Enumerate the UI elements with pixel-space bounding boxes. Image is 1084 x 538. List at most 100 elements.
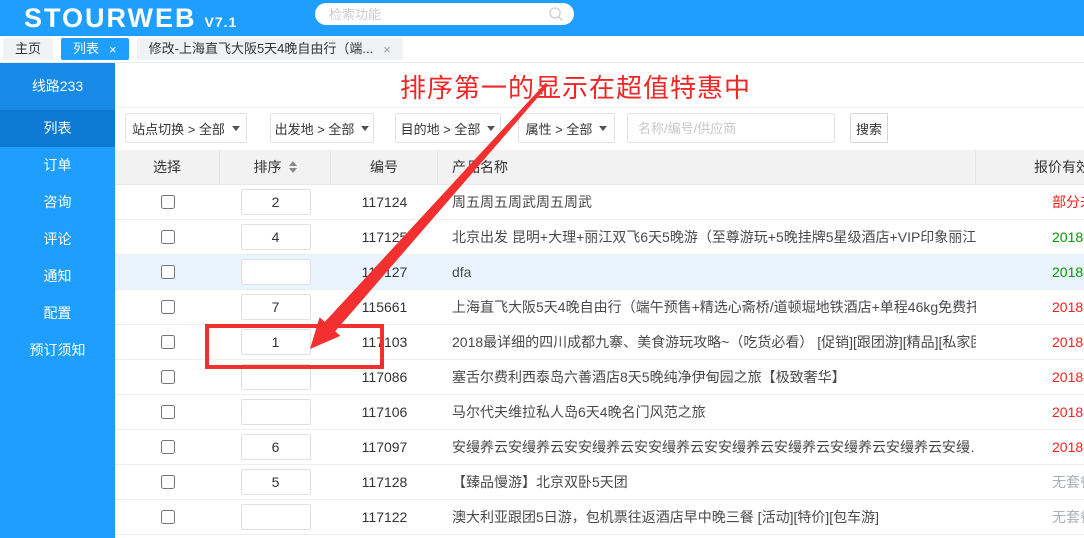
logo: STOURWEB V7.1 xyxy=(24,0,237,36)
app-header: STOURWEB V7.1 xyxy=(0,0,1084,36)
quote-validity: 2018- xyxy=(1052,404,1084,420)
global-search-input[interactable] xyxy=(329,7,548,22)
sidebar-item-notices[interactable]: 通知 xyxy=(0,258,115,295)
quote-validity: 无套餐 xyxy=(1052,507,1084,527)
product-name: 塞舌尔费利西泰岛六善酒店8天5晚纯净伊甸园之旅【极致奢华】 xyxy=(452,367,846,387)
product-code: 117086 xyxy=(331,360,438,394)
sort-icon[interactable] xyxy=(289,161,297,173)
annotation-text: 排序第一的显示在超值特惠中 xyxy=(400,68,751,105)
tab-list[interactable]: 列表 × xyxy=(61,38,129,60)
quote-validity: 2018- xyxy=(1052,334,1084,350)
sidebar-item-comments[interactable]: 评论 xyxy=(0,221,115,258)
quote-validity: 2018- xyxy=(1052,369,1084,385)
product-name: dfa xyxy=(452,264,471,280)
departure-filter-dropdown[interactable]: 出发地 > 全部 xyxy=(270,113,374,143)
quote-validity: 部分未过期 xyxy=(1052,192,1084,212)
row-checkbox[interactable] xyxy=(161,230,175,244)
header-name: 产品名称 xyxy=(438,150,976,184)
tab-edit-product[interactable]: 修改-上海直飞大阪5天4晚自由行（端... × xyxy=(137,38,403,60)
row-checkbox[interactable] xyxy=(161,265,175,279)
product-code: 117103 xyxy=(331,325,438,359)
site-filter-dropdown[interactable]: 站点切换 > 全部 xyxy=(125,113,247,143)
destination-filter-dropdown[interactable]: 目的地 > 全部 xyxy=(395,113,501,143)
header-sort-label: 排序 xyxy=(254,157,282,177)
table-row: 117086 塞舌尔费利西泰岛六善酒店8天5晚纯净伊甸园之旅【极致奢华】 201… xyxy=(115,360,1084,395)
chevron-down-icon xyxy=(487,126,495,131)
table-row: 117127 dfa 2018- xyxy=(115,255,1084,290)
chevron-down-icon xyxy=(361,126,369,131)
tab-list-label: 列表 xyxy=(73,38,99,60)
close-icon[interactable]: × xyxy=(109,43,117,56)
product-name: 马尔代夫维拉私人岛6天4晚名门风范之旅 xyxy=(452,402,706,422)
quote-validity: 2018- xyxy=(1052,439,1084,455)
table-row: 117097 安缦养云安缦养云安安缦养云安安缦养云安安缦养云安缦养云安缦养云安缦… xyxy=(115,430,1084,465)
table-row: 117103 2018最详细的四川成都九寨、美食游玩攻略~（吃货必看） [促销]… xyxy=(115,325,1084,360)
header-select: 选择 xyxy=(115,150,220,184)
sidebar-item-settings[interactable]: 配置 xyxy=(0,295,115,332)
attribute-filter-dropdown[interactable]: 属性 > 全部 xyxy=(518,113,615,143)
search-button[interactable]: 搜索 xyxy=(850,113,888,143)
row-checkbox[interactable] xyxy=(161,510,175,524)
sort-input[interactable] xyxy=(241,434,311,460)
sort-input[interactable] xyxy=(241,294,311,320)
sidebar-item-list[interactable]: 列表 xyxy=(0,110,115,147)
keyword-input[interactable] xyxy=(627,113,835,143)
row-checkbox[interactable] xyxy=(161,195,175,209)
row-checkbox[interactable] xyxy=(161,370,175,384)
row-checkbox[interactable] xyxy=(161,475,175,489)
logo-text: STOURWEB xyxy=(24,0,197,36)
header-code: 编号 xyxy=(331,150,438,184)
header-sort[interactable]: 排序 xyxy=(220,150,331,184)
header-validity: 报价有效期 xyxy=(976,150,1084,184)
product-code: 117097 xyxy=(331,430,438,464)
global-search[interactable] xyxy=(315,3,574,25)
tab-home[interactable]: 主页 xyxy=(3,38,53,60)
sort-input[interactable] xyxy=(241,364,311,390)
sort-input[interactable] xyxy=(241,469,311,495)
sort-input[interactable] xyxy=(241,259,311,285)
row-checkbox[interactable] xyxy=(161,335,175,349)
search-icon xyxy=(548,6,564,22)
tab-bar: 主页 列表 × 修改-上海直飞大阪5天4晚自由行（端... × xyxy=(0,36,1084,63)
row-checkbox[interactable] xyxy=(161,405,175,419)
sort-input[interactable] xyxy=(241,329,311,355)
sort-input[interactable] xyxy=(241,224,311,250)
row-checkbox[interactable] xyxy=(161,300,175,314)
quote-validity: 2018- xyxy=(1052,229,1084,245)
sort-input[interactable] xyxy=(241,189,311,215)
site-filter-label: 站点切换 > 全部 xyxy=(132,119,225,138)
product-code: 117125 xyxy=(331,220,438,254)
sidebar: 线路233 列表 订单 咨询 评论 通知 配置 预订须知 xyxy=(0,63,115,538)
sort-input[interactable] xyxy=(241,399,311,425)
close-icon[interactable]: × xyxy=(383,43,391,56)
product-name: 上海直飞大阪5天4晚自由行（端午预售+精选心斋桥/道顿堀地铁酒店+单程46kg免… xyxy=(452,297,976,317)
sidebar-item-orders[interactable]: 订单 xyxy=(0,147,115,184)
table-row: 117128 【臻品慢游】北京双卧5天团 无套餐 xyxy=(115,465,1084,500)
destination-filter-label: 目的地 > 全部 xyxy=(401,119,481,138)
version-label: V7.1 xyxy=(205,14,238,30)
product-code: 115661 xyxy=(331,290,438,324)
sidebar-item-consult[interactable]: 咨询 xyxy=(0,184,115,221)
table-row: 115661 上海直飞大阪5天4晚自由行（端午预售+精选心斋桥/道顿堀地铁酒店+… xyxy=(115,290,1084,325)
sidebar-title: 线路233 xyxy=(0,63,115,110)
chevron-down-icon xyxy=(599,126,607,131)
table-row: 117125 北京出发 昆明+大理+丽江双飞6天5晚游（至尊游玩+5晚挂牌5星级… xyxy=(115,220,1084,255)
quote-validity: 2018- xyxy=(1052,264,1084,280)
product-name: 澳大利亚跟团5日游，包机票往返酒店早中晚三餐 [活动][特价][包车游] xyxy=(452,507,879,527)
product-code: 117106 xyxy=(331,395,438,429)
table-row: 117124 周五周五周武周五周武 部分未过期 xyxy=(115,185,1084,220)
filter-bar: 站点切换 > 全部 出发地 > 全部 目的地 > 全部 属性 > 全部 搜索 xyxy=(115,107,1084,150)
row-checkbox[interactable] xyxy=(161,440,175,454)
product-code: 117128 xyxy=(331,465,438,499)
sidebar-item-booking-notes[interactable]: 预订须知 xyxy=(0,332,115,369)
sort-input[interactable] xyxy=(241,504,311,530)
tab-edit-label: 修改-上海直飞大阪5天4晚自由行（端... xyxy=(149,38,374,60)
main-content: 排序第一的显示在超值特惠中 站点切换 > 全部 出发地 > 全部 目的地 > 全… xyxy=(115,63,1084,538)
product-name: 【臻品慢游】北京双卧5天团 xyxy=(452,472,628,492)
chevron-down-icon xyxy=(232,126,240,131)
app-window: STOURWEB V7.1 主页 列表 × 修改-上海直飞大阪5天4晚自由行（端… xyxy=(0,0,1084,538)
quote-validity: 2018- xyxy=(1052,299,1084,315)
product-name: 北京出发 昆明+大理+丽江双飞6天5晚游（至尊游玩+5晚挂牌5星级酒店+VIP印… xyxy=(452,227,976,247)
product-name: 周五周五周武周五周武 xyxy=(452,192,592,212)
product-code: 117127 xyxy=(331,255,438,289)
